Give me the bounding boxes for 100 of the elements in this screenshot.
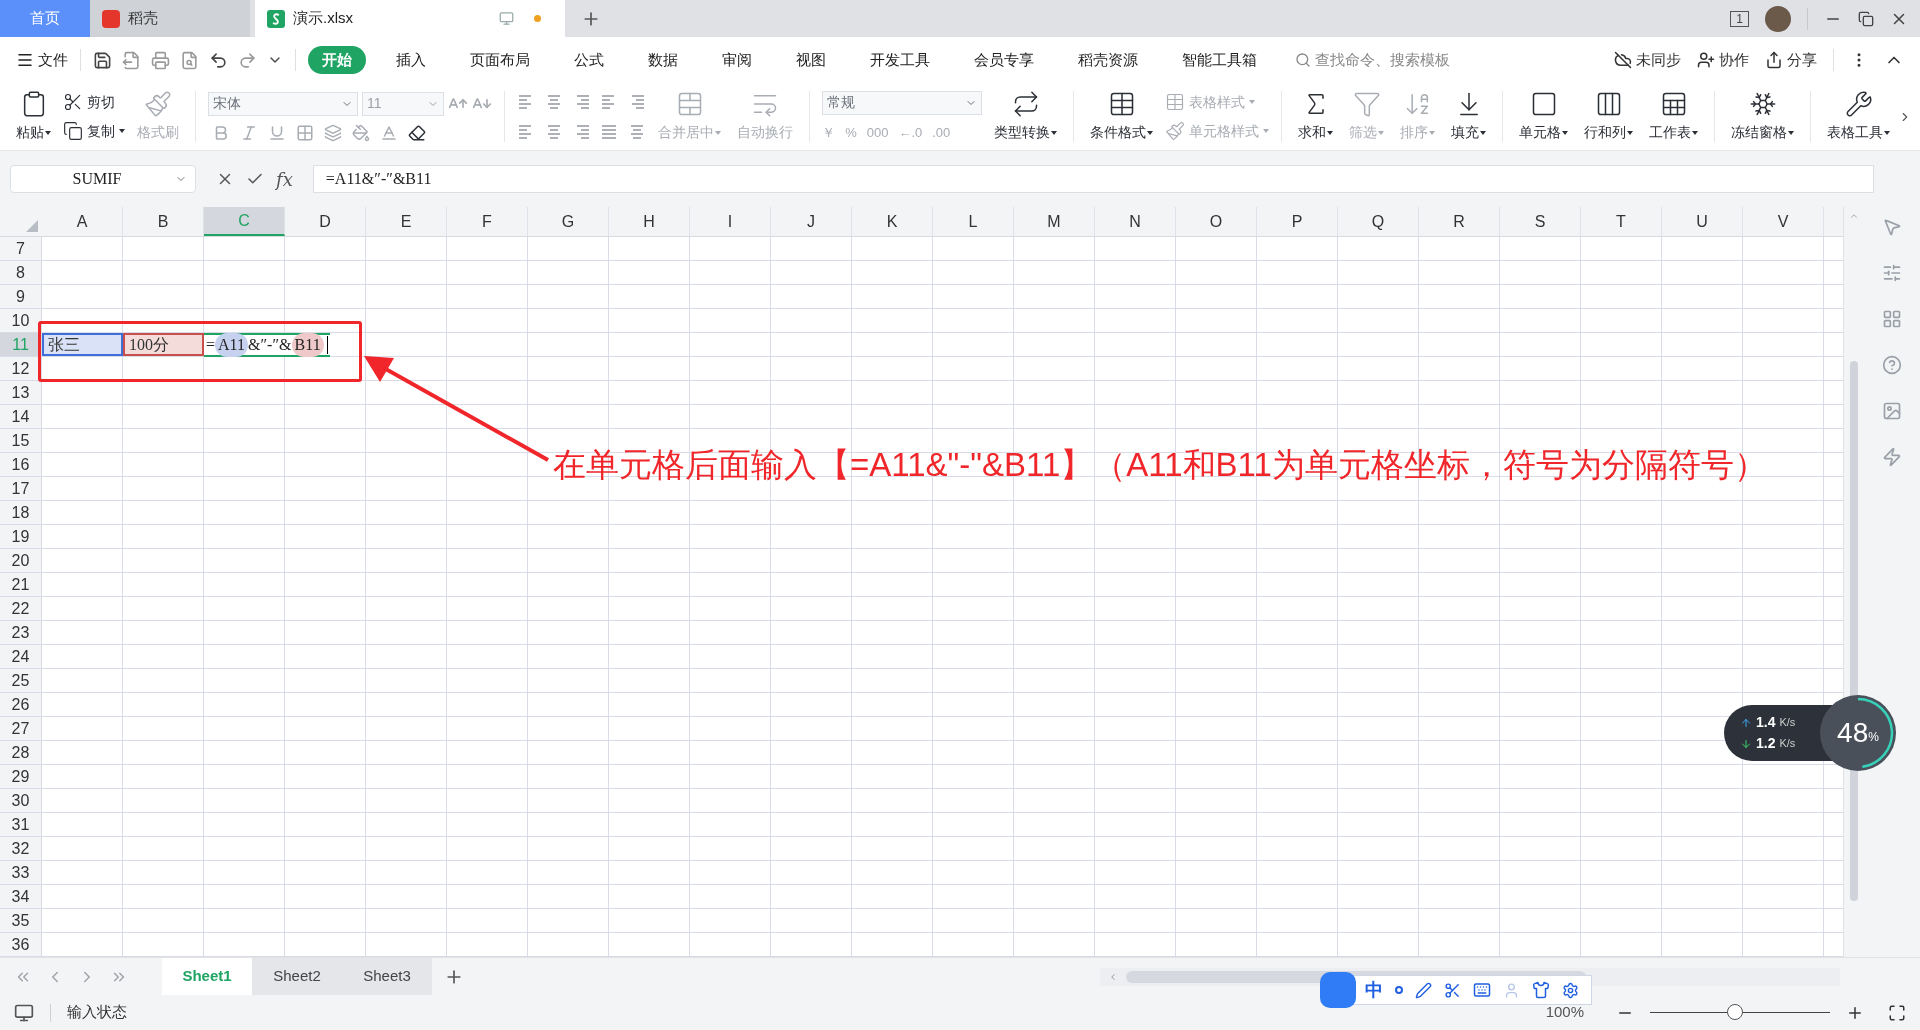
command-search-field[interactable]: 查找命令、搜索模板 bbox=[1295, 48, 1495, 72]
sheet-tab[interactable]: Sheet3 bbox=[342, 958, 432, 995]
fullscreen-icon[interactable] bbox=[1888, 1003, 1906, 1022]
border-icon[interactable] bbox=[296, 123, 314, 142]
macro-icon[interactable] bbox=[14, 1002, 34, 1023]
row-header[interactable]: 30 bbox=[0, 789, 42, 812]
grid-icon[interactable] bbox=[1882, 309, 1902, 329]
row-header[interactable]: 19 bbox=[0, 525, 42, 548]
ribbon-button[interactable]: 工作表 bbox=[1641, 83, 1707, 150]
ribbon-tab[interactable]: 公式 bbox=[560, 46, 618, 74]
row-header[interactable]: 27 bbox=[0, 717, 42, 740]
undo-icon[interactable] bbox=[209, 50, 228, 70]
row-header[interactable]: 15 bbox=[0, 429, 42, 452]
row-header[interactable]: 31 bbox=[0, 813, 42, 836]
underline-icon[interactable] bbox=[268, 123, 286, 142]
ime-logo-icon[interactable] bbox=[1320, 972, 1356, 1008]
font-select[interactable]: 宋体 bbox=[208, 91, 358, 116]
sheet-tab[interactable]: Sheet2 bbox=[252, 958, 342, 995]
ribbon-button[interactable]: 填充 bbox=[1443, 83, 1495, 150]
function-icon[interactable]: fx bbox=[276, 165, 293, 193]
scissors-icon[interactable] bbox=[1444, 981, 1461, 999]
row-header[interactable]: 18 bbox=[0, 501, 42, 524]
column-header[interactable]: I bbox=[690, 207, 771, 236]
file-menu[interactable]: 文件 bbox=[16, 48, 68, 72]
column-header[interactable]: M bbox=[1014, 207, 1095, 236]
column-header[interactable]: G bbox=[528, 207, 609, 236]
align-icon[interactable] bbox=[600, 122, 619, 141]
ribbon-button[interactable]: 行和列 bbox=[1576, 83, 1642, 150]
document-tab[interactable]: 稻壳 bbox=[90, 0, 250, 37]
editing-cell[interactable]: = A11 &″-″& B11 bbox=[204, 333, 330, 357]
cursor-icon[interactable] bbox=[1882, 217, 1902, 237]
sliders-icon[interactable] bbox=[1882, 263, 1902, 283]
skin-icon[interactable] bbox=[1532, 981, 1550, 999]
column-header[interactable]: D bbox=[285, 207, 366, 236]
user-icon[interactable] bbox=[1503, 981, 1520, 999]
column-header[interactable]: J bbox=[771, 207, 852, 236]
column-header[interactable]: L bbox=[933, 207, 1014, 236]
ribbon-tab[interactable]: 视图 bbox=[782, 46, 840, 74]
fill-color-icon[interactable] bbox=[352, 123, 370, 142]
column-header[interactable]: O bbox=[1176, 207, 1257, 236]
table-cell[interactable]: 100分 bbox=[123, 333, 204, 356]
column-header[interactable]: N bbox=[1095, 207, 1176, 236]
font-color-icon[interactable] bbox=[380, 123, 398, 142]
ribbon-button[interactable]: 粘贴 bbox=[8, 83, 59, 150]
row-header[interactable]: 16 bbox=[0, 453, 42, 476]
restore-icon[interactable] bbox=[1858, 10, 1874, 27]
pen-icon[interactable] bbox=[1415, 981, 1432, 999]
column-header[interactable]: H bbox=[609, 207, 690, 236]
row-header[interactable]: 26 bbox=[0, 693, 42, 716]
ribbon-tab[interactable]: 智能工具箱 bbox=[1168, 46, 1271, 74]
ribbon-button[interactable]: 冻结窗格 bbox=[1723, 83, 1803, 150]
print-icon[interactable] bbox=[151, 50, 170, 70]
lightning-icon[interactable] bbox=[1882, 447, 1902, 467]
row-header[interactable]: 32 bbox=[0, 837, 42, 860]
image-icon[interactable] bbox=[1882, 401, 1902, 421]
zoom-level[interactable]: 100% bbox=[1545, 1001, 1584, 1024]
ribbon-tab[interactable]: 稻壳资源 bbox=[1064, 46, 1152, 74]
eraser-icon[interactable] bbox=[408, 123, 426, 142]
preview-icon[interactable] bbox=[180, 50, 199, 70]
row-header[interactable]: 29 bbox=[0, 765, 42, 788]
column-header[interactable]: Q bbox=[1338, 207, 1419, 236]
row-header[interactable]: 25 bbox=[0, 669, 42, 692]
ribbon-tab[interactable]: 开发工具 bbox=[856, 46, 944, 74]
row-header[interactable]: 10 bbox=[0, 309, 42, 332]
formula-field[interactable]: =A11&″-″&B11 bbox=[312, 165, 1874, 193]
toolbar-action[interactable]: 未同步 bbox=[1614, 48, 1681, 72]
ribbon-tab[interactable]: 会员专享 bbox=[960, 46, 1048, 74]
ribbon-button[interactable]: 条件格式 bbox=[1082, 83, 1162, 150]
row-header[interactable]: 9 bbox=[0, 285, 42, 308]
redo-icon[interactable] bbox=[238, 50, 257, 70]
row-header[interactable]: 12 bbox=[0, 357, 42, 380]
ribbon-button[interactable]: 剪切 bbox=[63, 91, 125, 113]
row-header[interactable]: 8 bbox=[0, 261, 42, 284]
column-header[interactable]: V bbox=[1743, 207, 1824, 236]
ime-mode[interactable]: 中 bbox=[1365, 976, 1383, 1004]
column-header[interactable]: R bbox=[1419, 207, 1500, 236]
ribbon-button[interactable]: 表格工具 bbox=[1819, 83, 1899, 150]
row-header[interactable]: 13 bbox=[0, 381, 42, 404]
column-header[interactable]: U bbox=[1662, 207, 1743, 236]
row-header[interactable]: 35 bbox=[0, 909, 42, 932]
row-header[interactable]: 17 bbox=[0, 477, 42, 500]
table-cell[interactable]: 张三 bbox=[42, 333, 123, 356]
document-tab[interactable]: 演示.xlsx bbox=[255, 0, 565, 37]
ribbon-button[interactable]: 复制 bbox=[63, 120, 125, 142]
row-header[interactable]: 22 bbox=[0, 597, 42, 620]
row-header[interactable]: 33 bbox=[0, 861, 42, 884]
export-icon[interactable] bbox=[122, 50, 141, 70]
row-header[interactable]: 7 bbox=[0, 237, 42, 260]
row-header[interactable]: 23 bbox=[0, 621, 42, 644]
ribbon-tab[interactable]: 数据 bbox=[634, 46, 692, 74]
column-header[interactable]: E bbox=[366, 207, 447, 236]
keyboard-icon[interactable] bbox=[1473, 981, 1491, 999]
help-icon[interactable] bbox=[1882, 355, 1902, 375]
row-header[interactable]: 24 bbox=[0, 645, 42, 668]
number-format-select[interactable]: 常规 bbox=[822, 90, 983, 115]
row-header[interactable]: 20 bbox=[0, 549, 42, 572]
save-icon[interactable] bbox=[93, 50, 112, 70]
ribbon-tab[interactable]: 审阅 bbox=[708, 46, 766, 74]
name-box[interactable]: SUMIF bbox=[10, 165, 196, 193]
toolbar-action[interactable]: 分享 bbox=[1765, 48, 1817, 72]
